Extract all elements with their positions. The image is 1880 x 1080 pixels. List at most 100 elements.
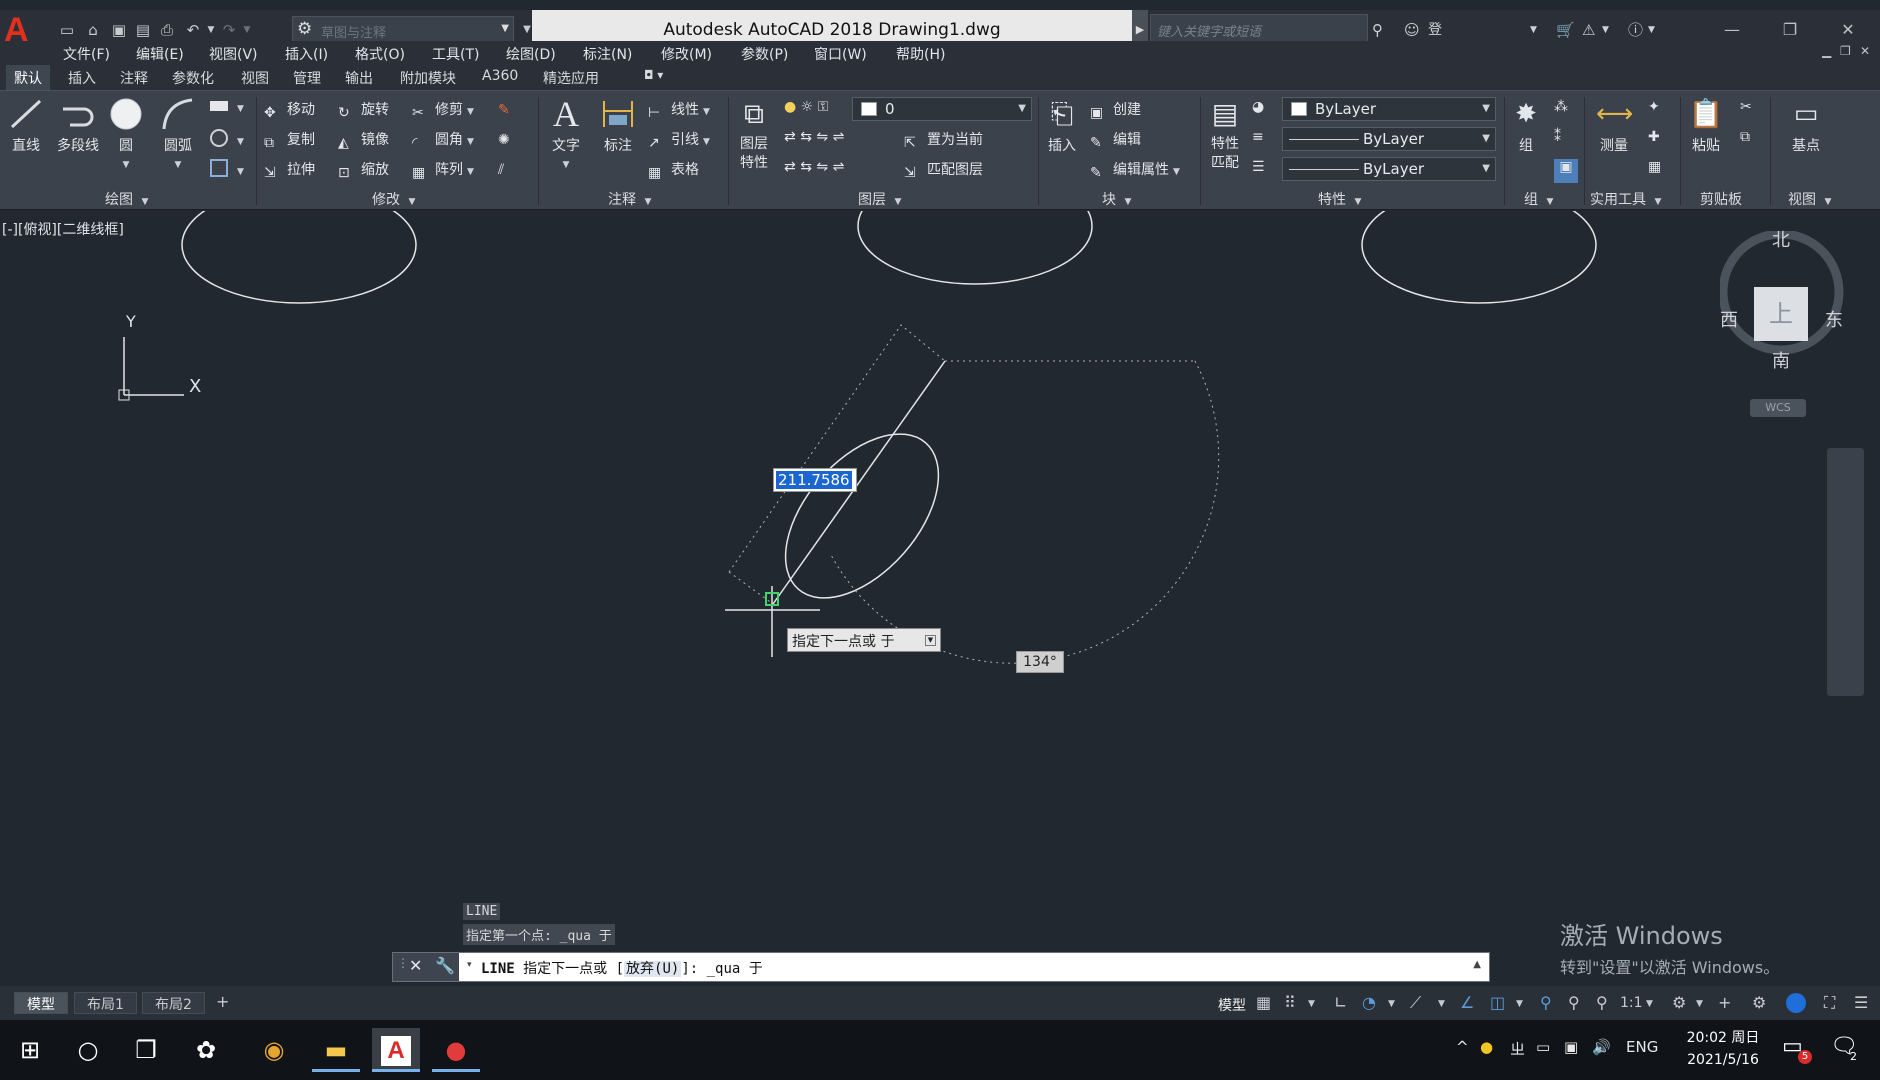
ungroup-icon[interactable]: ⁂ xyxy=(1554,99,1568,123)
layer-lock-icon[interactable]: ⇌ xyxy=(833,129,845,145)
utilities-panel-title[interactable]: 实用工具 ▼ xyxy=(1590,189,1661,209)
network-icon[interactable]: ▣ xyxy=(1564,1038,1578,1056)
file-explorer-icon[interactable]: ▬ xyxy=(312,1028,360,1072)
drawing-canvas[interactable]: [-][俯视][二维线框] Y X 北 西 东 南 上 WCS 211.7586… xyxy=(0,211,1864,986)
layer-previous-icon[interactable]: ⇌ xyxy=(833,159,845,175)
isodraft-dropdown-icon[interactable]: ▼ xyxy=(1438,999,1445,1009)
command-line-grip[interactable]: ⋮ ✕ 🔧 xyxy=(393,953,459,981)
new-file-icon[interactable]: ▭ xyxy=(56,19,78,41)
color-dropdown[interactable]: ByLayer ▼ xyxy=(1282,97,1496,121)
ellipse-top-right[interactable] xyxy=(1361,211,1597,304)
object-snap-tracking-icon[interactable]: ∠ xyxy=(1460,993,1474,1012)
ortho-icon[interactable]: ∟ xyxy=(1334,993,1347,1012)
menu-format[interactable]: 格式(O) xyxy=(355,44,405,64)
app-pinwheel-icon[interactable]: ✿ xyxy=(182,1028,230,1072)
model-space-toggle[interactable]: 模型 xyxy=(1218,995,1246,1015)
tab-insert[interactable]: 插入 xyxy=(60,65,104,90)
menu-view[interactable]: 视图(V) xyxy=(209,44,258,64)
text-button[interactable]: A 文字 ▼ xyxy=(546,96,586,171)
workspace-selector[interactable]: ⚙ 草图与注释 ▼ xyxy=(292,16,514,44)
explode-button[interactable]: ✺ xyxy=(498,129,521,153)
menu-dimension[interactable]: 标注(N) xyxy=(583,44,632,64)
group-edit-icon[interactable]: ⁑ xyxy=(1554,129,1561,153)
search-icon[interactable]: ○ xyxy=(64,1028,112,1072)
command-line[interactable]: ⋮ ✕ 🔧 ▾ LINE 指定下一点或 [放弃(U)]: _qua 于 ▲ xyxy=(392,952,1490,982)
layer-tools-row-2[interactable]: ⇄ ⇆ ⇋ ⇌ xyxy=(784,159,844,183)
groups-panel-title[interactable]: 组 ▼ xyxy=(1524,189,1553,209)
volume-icon[interactable]: 🔊 xyxy=(1592,1038,1611,1056)
clock[interactable]: 20:02 周日 2021/5/16 xyxy=(1678,1027,1768,1071)
match-layer-button[interactable]: ⇲ 匹配图层 xyxy=(904,159,983,183)
auto-scale-icon[interactable]: ⚲ xyxy=(1568,993,1580,1012)
linear-dimension-button[interactable]: ⊢ 线性 ▼ xyxy=(648,99,710,123)
recent-commands-icon[interactable]: ▾ xyxy=(467,960,472,970)
task-view-icon[interactable]: ❐ xyxy=(122,1028,170,1072)
trim-button[interactable]: ✂ 修剪 ▼ xyxy=(412,99,474,123)
save-icon[interactable]: ▣ xyxy=(108,19,130,41)
scale-button[interactable]: ⊡ 缩放 xyxy=(338,159,389,183)
menu-modify[interactable]: 修改(M) xyxy=(661,44,712,64)
wcs-menu[interactable]: WCS xyxy=(1750,399,1806,417)
layer-merge-icon[interactable]: ⇆ xyxy=(800,159,812,175)
workspace-switch-icon[interactable]: ⚙ xyxy=(1672,993,1686,1012)
calculator-icon[interactable]: ▦ xyxy=(1648,159,1661,183)
quick-select-icon[interactable]: ✦ xyxy=(1648,99,1660,123)
table-button[interactable]: ▦ 表格 xyxy=(648,159,699,183)
linetype-dropdown[interactable]: ByLayer ▼ xyxy=(1282,127,1496,151)
array-dropdown-icon[interactable]: ▼ xyxy=(467,167,474,177)
isodraft-icon[interactable]: ⟋ xyxy=(1410,993,1421,1013)
tab-manage[interactable]: 管理 xyxy=(285,65,329,90)
layers-panel-title[interactable]: 图层 ▼ xyxy=(858,189,901,209)
polar-dropdown-icon[interactable]: ▼ xyxy=(1388,999,1395,1009)
tray-app-icon[interactable]: ● xyxy=(1480,1038,1493,1056)
cut-icon[interactable]: ✂ xyxy=(1740,99,1752,123)
navigation-bar[interactable] xyxy=(1827,448,1864,696)
annotation-panel-title[interactable]: 注释 ▼ xyxy=(608,189,651,209)
tab-default[interactable]: 默认 xyxy=(6,65,50,90)
properties-panel-title[interactable]: 特性 ▼ xyxy=(1318,189,1361,209)
match-properties-button[interactable]: ▤ 特性 匹配 xyxy=(1204,97,1246,173)
help-dropdown-icon[interactable]: ▼ xyxy=(1648,18,1655,42)
layout-tab-layout2[interactable]: 布局2 xyxy=(142,992,205,1014)
workspace-dropdown-icon[interactable]: ▼ xyxy=(1696,999,1703,1009)
close-icon[interactable]: ✕ xyxy=(409,956,422,975)
tab-parametric[interactable]: 参数化 xyxy=(164,65,222,90)
ellipse-top-left[interactable] xyxy=(181,211,417,304)
menu-insert[interactable]: 插入(I) xyxy=(285,44,328,64)
object-snap-icon[interactable]: ◫ xyxy=(1490,993,1505,1012)
set-current-button[interactable]: ⇱ 置为当前 xyxy=(904,129,983,153)
menu-draw[interactable]: 绘图(D) xyxy=(506,44,556,64)
layer-state-icons[interactable]: ● ☼ ⚿ xyxy=(784,99,828,123)
tab-view[interactable]: 视图 xyxy=(233,65,277,90)
edit-attributes-button[interactable]: ✎ 编辑属性 ▼ xyxy=(1090,159,1180,183)
rectangle-button[interactable]: ▼ xyxy=(210,99,244,123)
copy-button[interactable]: ⧉ 复制 xyxy=(264,129,315,153)
undo-option[interactable]: 放弃(U) xyxy=(624,961,682,977)
menu-edit[interactable]: 编辑(E) xyxy=(136,44,184,64)
login-dropdown-icon[interactable]: ▼ xyxy=(1530,18,1537,42)
tray-expand-icon[interactable]: ^ xyxy=(1456,1038,1469,1056)
ribbon-toggle-icon[interactable]: ◘ ▾ xyxy=(636,65,671,90)
arc-dropdown-icon[interactable]: ▼ xyxy=(175,160,182,170)
insert-block-button[interactable]: ⎗ 插入 xyxy=(1042,97,1082,155)
arc-button[interactable]: 圆弧 ▼ xyxy=(158,97,198,171)
base-point-button[interactable]: ▭ 基点 xyxy=(1786,97,1826,155)
help-icon[interactable]: ⓘ xyxy=(1628,18,1643,42)
windows-start-icon[interactable]: ⊞ xyxy=(6,1028,54,1072)
hatch-dropdown-icon[interactable]: ▼ xyxy=(237,137,244,147)
print-icon[interactable]: ⎙ xyxy=(156,19,178,41)
annotation-monitor-icon[interactable]: + xyxy=(1718,993,1731,1012)
stretch-button[interactable]: ⇲ 拉伸 xyxy=(264,159,315,183)
leader-dropdown-icon[interactable]: ▼ xyxy=(703,137,710,147)
layer-isolate-icon[interactable]: ⇆ xyxy=(800,129,812,145)
line-button[interactable]: 直线 xyxy=(6,97,46,155)
fullscreen-icon[interactable]: ⛶ xyxy=(1824,993,1835,1013)
layer-walk-icon[interactable]: ⇄ xyxy=(784,159,796,175)
circle-button[interactable]: 圆 ▼ xyxy=(106,97,146,171)
scale-dropdown-icon[interactable]: ▼ xyxy=(1646,999,1653,1009)
point-icon[interactable]: ✚ xyxy=(1648,129,1660,153)
menu-tools[interactable]: 工具(T) xyxy=(432,44,479,64)
dynamic-input-field[interactable]: 211.7586 xyxy=(773,468,857,492)
edit-attributes-dropdown-icon[interactable]: ▼ xyxy=(1173,167,1180,177)
autodesk-exchange-icon[interactable]: ⚠ xyxy=(1582,18,1595,42)
